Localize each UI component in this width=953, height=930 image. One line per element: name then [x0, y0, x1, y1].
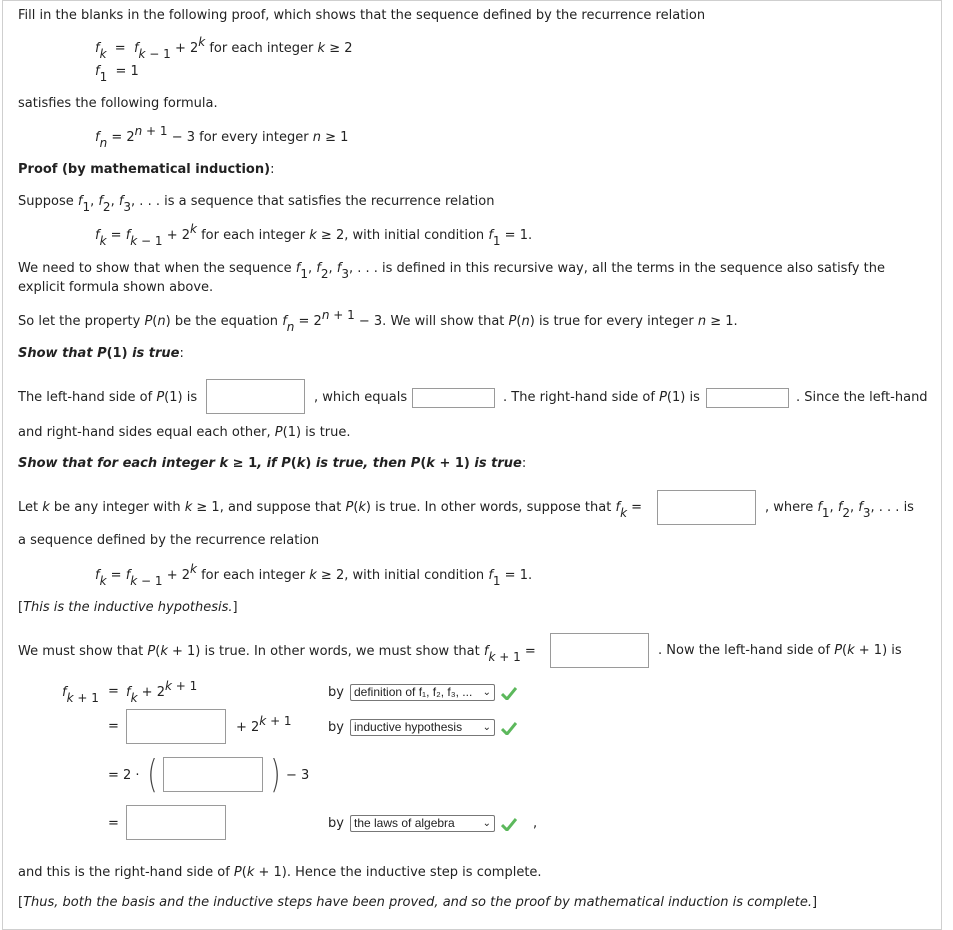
reason-select-2[interactable]: inductive hypothesis ⌄ [350, 719, 495, 736]
let-k-text: Let k be any integer with k ≥ 1, and sup… [18, 500, 643, 520]
by-label-2: by [328, 720, 344, 735]
fk-hypothesis-input[interactable] [657, 490, 756, 525]
plus-power: + 2k + 1 [236, 714, 292, 735]
equals-sign: = [108, 684, 119, 699]
derivation-step1: fk + 2k + 1 [126, 679, 198, 705]
proof-heading: Proof (by mathematical induction): [18, 162, 275, 177]
need-show-text: We need to show that when the sequence f… [18, 261, 885, 281]
basis-equals-input[interactable] [412, 388, 495, 408]
suppose-text: Suppose f1, f2, f3, . . . is a sequence … [18, 194, 495, 214]
check-icon [501, 818, 517, 831]
basis-lhs-input[interactable] [206, 379, 305, 414]
reason-select-3[interactable]: the laws of algebra ⌄ [350, 815, 495, 832]
step4-input[interactable] [126, 805, 226, 840]
step3-input[interactable] [163, 757, 263, 792]
equals-sign: = 2 · [108, 768, 140, 783]
right-paren: ) [270, 752, 281, 796]
fk1-target-input[interactable] [550, 633, 649, 668]
check-icon [501, 687, 517, 700]
equals-sign: = [108, 816, 119, 831]
basis-heading: Show that P(1) is true: [18, 346, 184, 361]
left-paren: ( [147, 752, 158, 796]
basis-conclusion: and right-hand sides equal each other, P… [18, 425, 351, 440]
chevron-down-icon: ⌄ [482, 687, 491, 698]
explicit-formula: fn = 2n + 1 − 3 for every integer n ≥ 1 [95, 124, 349, 150]
now-lhs-text: . Now the left-hand side of P(k + 1) is [658, 643, 902, 658]
which-equals-label: , which equals [314, 390, 408, 405]
property-definition: So let the property P(n) be the equation… [18, 308, 738, 334]
hypothesis-note: [This is the inductive hypothesis.] [18, 600, 238, 615]
final-note: [Thus, both the basis and the inductive … [18, 895, 818, 910]
initial-condition-line: f1 = 1 [95, 64, 139, 84]
chevron-down-icon: ⌄ [482, 818, 491, 829]
equals-sign: = [108, 719, 119, 734]
basis-rhs-input[interactable] [706, 388, 789, 408]
recurrence-line: fk = fk − 1 + 2k for each integer k ≥ 2 [95, 35, 353, 61]
recurrence-relation-hypothesis: fk = fk − 1 + 2k for each integer k ≥ 2,… [95, 562, 533, 588]
check-icon [501, 722, 517, 735]
intro-text: Fill in the blanks in the following proo… [18, 8, 706, 23]
chevron-down-icon: ⌄ [482, 722, 491, 733]
basis-rhs-label: . The right-hand side of P(1) is [503, 390, 700, 405]
since-label: . Since the left-hand [796, 390, 928, 405]
basis-lhs-label: The left-hand side of P(1) is [18, 390, 198, 405]
step2-input[interactable] [126, 709, 226, 744]
where-text: , where f1, f2, f3, . . . is [765, 500, 914, 520]
by-label-1: by [328, 685, 344, 700]
derivation-lhs: fk + 1 [62, 685, 99, 705]
satisfies-text: satisfies the following formula. [18, 96, 218, 111]
reason-select-1[interactable]: definition of f₁, f₂, f₃, ... ⌄ [350, 684, 495, 701]
minus-three: − 3 [286, 768, 310, 783]
seq-defined-text: a sequence defined by the recurrence rel… [18, 533, 320, 548]
rhs-conclusion: and this is the right-hand side of P(k +… [18, 865, 542, 880]
comma: , [533, 816, 538, 831]
must-show-text: We must show that P(k + 1) is true. In o… [18, 644, 536, 664]
recurrence-relation-restated: fk = fk − 1 + 2k for each integer k ≥ 2,… [95, 222, 533, 248]
need-show-text-2: explicit formula shown above. [18, 280, 214, 295]
by-label-3: by [328, 816, 344, 831]
inductive-heading: Show that for each integer k ≥ 1, if P(k… [18, 456, 527, 471]
